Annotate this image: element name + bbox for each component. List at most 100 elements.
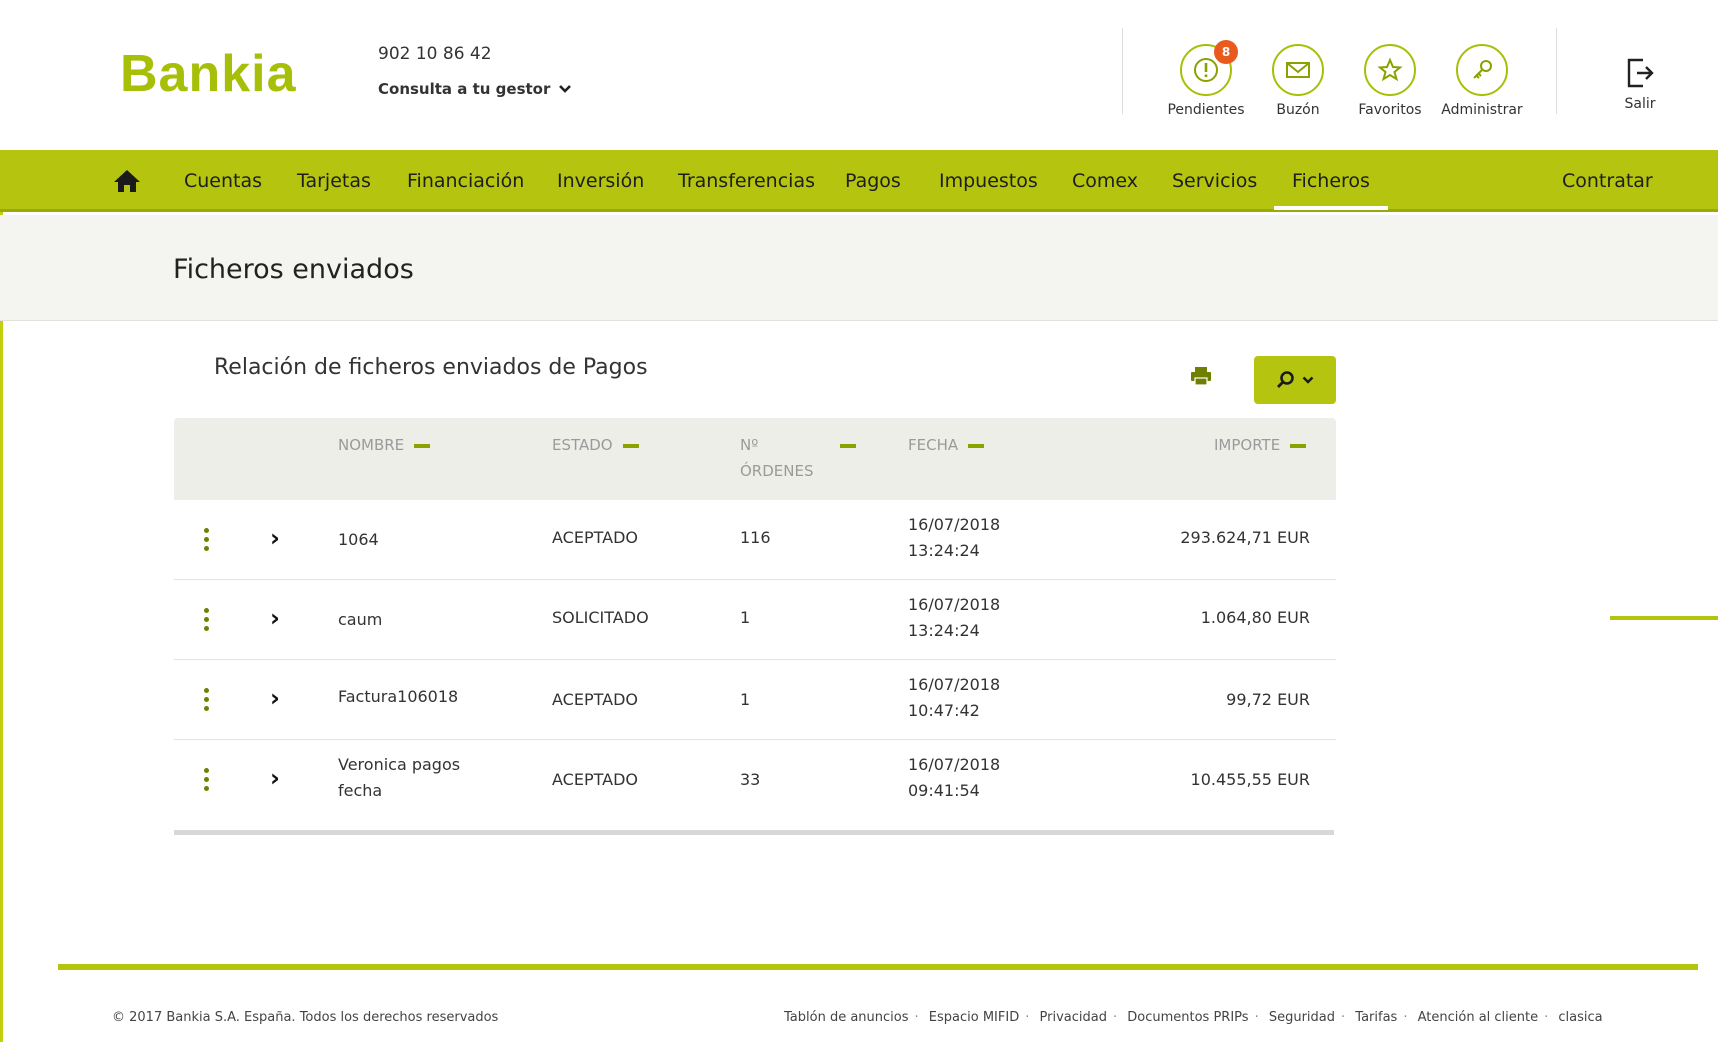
buzon-button[interactable]: Buzón bbox=[1250, 44, 1346, 118]
search-filter-button[interactable] bbox=[1254, 356, 1336, 404]
footer-separator: · bbox=[914, 1010, 919, 1025]
cell-ordenes: 33 bbox=[740, 770, 761, 789]
nav-item-ficheros[interactable]: Ficheros bbox=[1274, 150, 1388, 212]
sort-dash-icon bbox=[968, 444, 985, 448]
table-scrollbar[interactable] bbox=[174, 830, 1334, 835]
chevron-right-icon[interactable]: › bbox=[270, 524, 280, 552]
column-header-nombre[interactable]: NOMBRE bbox=[338, 436, 431, 454]
column-header-label: ESTADO bbox=[552, 436, 613, 454]
row-menu-icon[interactable] bbox=[204, 768, 210, 795]
favoritos-label: Favoritos bbox=[1358, 102, 1422, 118]
bankia-logo[interactable]: Bankia bbox=[120, 44, 297, 104]
table-row[interactable]: › 1064 ACEPTADO 116 16/07/2018 13:24:24 … bbox=[174, 500, 1336, 580]
nav-item-financiacion[interactable]: Financiación bbox=[407, 150, 524, 212]
chevron-down-icon bbox=[559, 85, 572, 93]
cell-fecha: 16/07/2018 bbox=[908, 755, 1001, 774]
column-header-label: IMPORTE bbox=[1214, 436, 1281, 454]
favoritos-button[interactable]: Favoritos bbox=[1342, 44, 1438, 118]
footer-separator: · bbox=[1341, 1010, 1346, 1025]
footer-separator: · bbox=[1544, 1010, 1549, 1025]
cell-hora: 09:41:54 bbox=[908, 781, 980, 800]
footer-link-mifid[interactable]: Espacio MIFID bbox=[929, 1010, 1019, 1025]
cell-ordenes: 1 bbox=[740, 608, 751, 627]
chevron-right-icon[interactable]: › bbox=[270, 764, 280, 792]
footer-link-tarifas[interactable]: Tarifas bbox=[1355, 1010, 1397, 1025]
column-header-importe[interactable]: IMPORTE bbox=[1214, 436, 1307, 454]
row-menu-icon[interactable] bbox=[204, 608, 210, 635]
footer-separator: · bbox=[1403, 1010, 1408, 1025]
header: Bankia 902 10 86 42 Consulta a tu gestor… bbox=[0, 0, 1718, 150]
pendientes-label: Pendientes bbox=[1167, 102, 1245, 118]
administrar-button[interactable]: Administrar bbox=[1434, 44, 1530, 118]
cell-importe: 99,72 EUR bbox=[1226, 690, 1310, 709]
footer-separator: · bbox=[1112, 1010, 1118, 1025]
header-divider bbox=[1122, 28, 1123, 114]
footer-link-atencion[interactable]: Atención al cliente bbox=[1418, 1010, 1539, 1025]
cell-hora: 10:47:42 bbox=[908, 701, 980, 720]
nav-item-inversion[interactable]: Inversión bbox=[557, 150, 644, 212]
cell-fecha: 16/07/2018 bbox=[908, 595, 1001, 614]
table-header: NOMBRE ESTADO Nº ÓRDENES FECHA IMPORTE bbox=[174, 418, 1336, 500]
chevron-right-icon[interactable]: › bbox=[270, 604, 280, 632]
nav-item-pagos[interactable]: Pagos bbox=[845, 150, 901, 212]
home-icon[interactable] bbox=[112, 168, 142, 194]
sort-dash-icon bbox=[622, 444, 639, 448]
nav-item-comex[interactable]: Comex bbox=[1072, 150, 1138, 212]
column-header-label: NOMBRE bbox=[338, 436, 405, 454]
search-icon bbox=[1277, 371, 1294, 388]
salir-label: Salir bbox=[1624, 96, 1656, 112]
footer-divider bbox=[58, 964, 1698, 970]
column-header-fecha[interactable]: FECHA bbox=[908, 436, 985, 454]
cell-estado: ACEPTADO bbox=[552, 690, 638, 709]
nav-item-servicios[interactable]: Servicios bbox=[1172, 150, 1257, 212]
phone-number: 902 10 86 42 bbox=[378, 44, 492, 64]
nav-item-contratar[interactable]: Contratar bbox=[1562, 150, 1653, 212]
cell-importe: 293.624,71 EUR bbox=[1180, 528, 1310, 547]
page-title: Ficheros enviados bbox=[173, 254, 414, 285]
column-header-label: Nº bbox=[740, 436, 759, 454]
cell-estado: ACEPTADO bbox=[552, 770, 638, 789]
footer-link-prips[interactable]: Documentos PRIPs bbox=[1127, 1010, 1248, 1025]
buzon-label: Buzón bbox=[1276, 102, 1320, 118]
cell-nombre: Veronica pagos bbox=[338, 755, 461, 774]
table-row[interactable]: › Factura106018 ACEPTADO 1 16/07/2018 10… bbox=[174, 660, 1336, 740]
cell-nombre: caum bbox=[338, 610, 383, 629]
cell-estado: ACEPTADO bbox=[552, 528, 638, 547]
chevron-down-icon bbox=[1302, 376, 1314, 384]
cell-hora: 13:24:24 bbox=[908, 621, 980, 640]
cell-importe: 10.455,55 EUR bbox=[1190, 770, 1310, 789]
logout-icon bbox=[1627, 58, 1654, 88]
nav-item-tarjetas[interactable]: Tarjetas bbox=[297, 150, 371, 212]
footer-link-seguridad[interactable]: Seguridad bbox=[1269, 1010, 1335, 1025]
copyright: © 2017 Bankia S.A. España. Todos los der… bbox=[112, 1010, 499, 1025]
footer-link-tablon[interactable]: Tablón de anuncios bbox=[784, 1010, 909, 1025]
column-header-estado[interactable]: ESTADO bbox=[552, 436, 639, 454]
print-icon[interactable] bbox=[1190, 366, 1212, 386]
column-header-label: FECHA bbox=[908, 436, 959, 454]
pendientes-button[interactable]: 8 Pendientes bbox=[1158, 40, 1254, 118]
chevron-right-icon[interactable]: › bbox=[270, 684, 280, 712]
column-header-label: ÓRDENES bbox=[740, 462, 814, 480]
main-nav: Cuentas Tarjetas Financiación Inversión … bbox=[0, 150, 1718, 212]
cell-nombre-line2: fecha bbox=[338, 781, 383, 800]
row-menu-icon[interactable] bbox=[204, 688, 210, 715]
row-menu-icon[interactable] bbox=[204, 528, 210, 555]
table-row[interactable]: › caum SOLICITADO 1 16/07/2018 13:24:24 … bbox=[174, 580, 1336, 660]
header-divider bbox=[1556, 28, 1557, 114]
cell-nombre: 1064 bbox=[338, 530, 379, 549]
column-header-ordenes[interactable]: Nº ÓRDENES bbox=[740, 436, 813, 480]
side-accent-line bbox=[1610, 616, 1718, 620]
table-row[interactable]: › Veronica pagos fecha ACEPTADO 33 16/07… bbox=[174, 740, 1336, 820]
gestor-dropdown[interactable]: Consulta a tu gestor bbox=[378, 80, 572, 98]
cell-ordenes: 1 bbox=[740, 690, 751, 709]
nav-item-transferencias[interactable]: Transferencias bbox=[678, 150, 815, 212]
footer-link-clasica[interactable]: clasica bbox=[1558, 1010, 1602, 1025]
salir-button[interactable]: Salir bbox=[1610, 56, 1670, 112]
key-icon bbox=[1456, 44, 1508, 96]
sort-dash-icon bbox=[414, 444, 431, 448]
footer-link-privacidad[interactable]: Privacidad bbox=[1040, 1010, 1107, 1025]
nav-item-impuestos[interactable]: Impuestos bbox=[939, 150, 1038, 212]
nav-item-cuentas[interactable]: Cuentas bbox=[184, 150, 262, 212]
sort-dash-icon bbox=[1290, 444, 1307, 448]
section-title: Relación de ficheros enviados de Pagos bbox=[214, 355, 648, 380]
